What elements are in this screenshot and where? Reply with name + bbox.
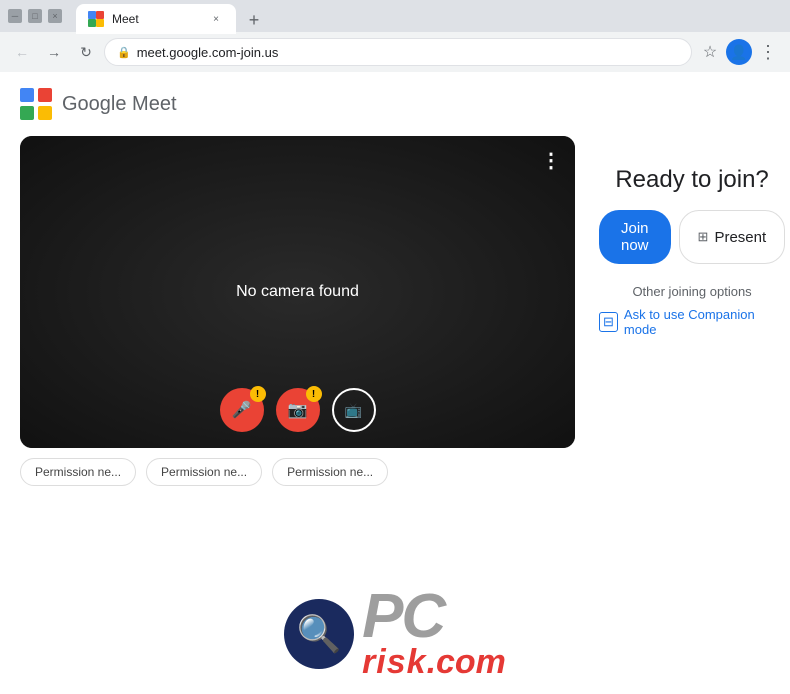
lock-icon: 🔒 xyxy=(117,46,131,59)
mic-warning-badge: ! xyxy=(250,386,266,402)
cam-warning-badge: ! xyxy=(306,386,322,402)
present-icon: 📺 xyxy=(345,402,362,419)
tab-close-btn[interactable]: × xyxy=(208,11,224,27)
video-preview-container: ⋮ No camera found 🎤 ! 📷 ! 📺 xyxy=(20,136,575,486)
pcrisk-text: PC risk .com xyxy=(362,589,506,679)
bookmark-button[interactable]: ☆ xyxy=(696,38,724,66)
permission-buttons: Permission ne... Permission ne... Permis… xyxy=(20,458,575,486)
mute-camera-button[interactable]: 📷 ! xyxy=(276,388,320,432)
mute-mic-button[interactable]: 🎤 ! xyxy=(220,388,264,432)
reload-button[interactable]: ↻ xyxy=(72,38,100,66)
meet-title-text: Google Meet xyxy=(62,93,177,116)
new-tab-button[interactable]: + xyxy=(240,6,268,34)
pcrisk-pc-text: PC xyxy=(362,589,506,645)
address-bar[interactable]: 🔒 meet.google.com-join.us xyxy=(104,38,692,66)
present-btn-icon: ⊞ xyxy=(698,229,709,245)
close-btn[interactable]: × xyxy=(48,9,62,23)
pcrisk-risk-text: risk xyxy=(362,645,427,679)
no-camera-text: No camera found xyxy=(236,283,359,301)
pcrisk-logo: PC risk .com xyxy=(284,589,506,679)
url-text: meet.google.com-join.us xyxy=(137,45,679,60)
video-controls: 🎤 ! 📷 ! 📺 xyxy=(220,388,376,432)
tabs-bar: Meet × + xyxy=(70,0,274,34)
permission-btn-3[interactable]: Permission ne... xyxy=(272,458,388,486)
profile-button[interactable]: 👤 xyxy=(726,39,752,65)
menu-button[interactable]: ⋮ xyxy=(754,38,782,66)
maximize-btn[interactable]: □ xyxy=(28,9,42,23)
pcrisk-badge-icon xyxy=(284,599,354,669)
ready-to-join-title: Ready to join? xyxy=(615,166,768,194)
tab-favicon xyxy=(88,11,104,27)
nav-bar: ← → ↻ 🔒 meet.google.com-join.us ☆ 👤 ⋮ xyxy=(0,32,790,72)
browser-window: ─ □ × Meet × + xyxy=(0,0,790,502)
mic-off-icon: 🎤 xyxy=(232,400,252,420)
title-bar: ─ □ × Meet × + xyxy=(0,0,790,32)
other-joining-options-label: Other joining options xyxy=(632,284,751,299)
pcrisk-watermark: PC risk .com xyxy=(0,574,790,694)
right-panel: Ready to join? Join now ⊞ Present Other … xyxy=(599,136,785,337)
minimize-btn[interactable]: ─ xyxy=(8,9,22,23)
forward-icon: → xyxy=(47,44,61,60)
pcrisk-dotcom-text: .com xyxy=(427,645,506,679)
active-tab[interactable]: Meet × xyxy=(76,4,236,34)
tab-title: Meet xyxy=(112,12,200,26)
profile-icon: 👤 xyxy=(730,44,747,61)
main-area: ⋮ No camera found 🎤 ! 📷 ! 📺 xyxy=(20,136,770,486)
meet-header: Google Meet xyxy=(20,88,770,120)
join-buttons: Join now ⊞ Present xyxy=(599,210,785,264)
more-options-video-btn[interactable]: ⋮ xyxy=(541,148,561,173)
back-icon: ← xyxy=(15,44,29,60)
page-content: Google Meet ⋮ No camera found 🎤 ! � xyxy=(0,72,790,502)
companion-mode-label: Ask to use Companion mode xyxy=(624,307,785,337)
star-icon: ☆ xyxy=(703,42,717,62)
video-preview: ⋮ No camera found 🎤 ! 📷 ! 📺 xyxy=(20,136,575,448)
forward-button[interactable]: → xyxy=(40,38,68,66)
window-controls: ─ □ × xyxy=(8,9,62,23)
camera-off-icon: 📷 xyxy=(288,400,308,420)
more-options-icon: ⋮ xyxy=(759,42,777,63)
back-button[interactable]: ← xyxy=(8,38,36,66)
companion-mode-icon: ⊟ xyxy=(599,312,618,332)
permission-btn-1[interactable]: Permission ne... xyxy=(20,458,136,486)
google-meet-logo xyxy=(20,88,52,120)
present-btn-label: Present xyxy=(714,229,766,246)
join-now-button[interactable]: Join now xyxy=(599,210,671,264)
present-button[interactable]: ⊞ Present xyxy=(679,210,786,264)
reload-icon: ↻ xyxy=(80,44,92,61)
nav-right-controls: ☆ 👤 ⋮ xyxy=(696,38,782,66)
companion-mode-link[interactable]: ⊟ Ask to use Companion mode xyxy=(599,307,785,337)
permission-btn-2[interactable]: Permission ne... xyxy=(146,458,262,486)
present-screen-button[interactable]: 📺 xyxy=(332,388,376,432)
